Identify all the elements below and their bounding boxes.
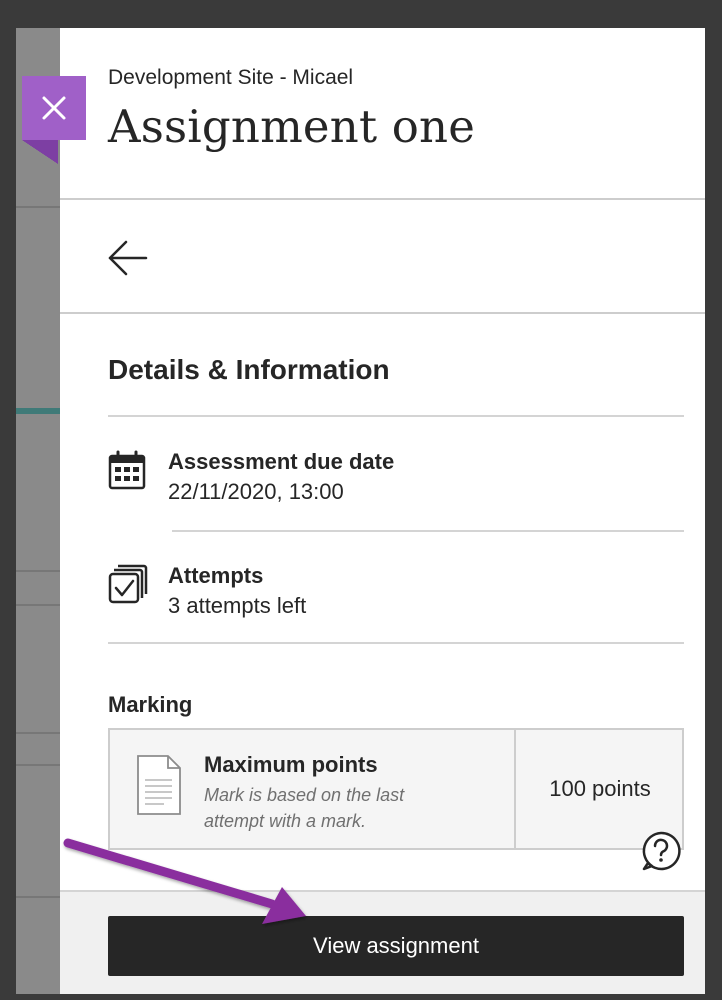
close-icon	[42, 96, 66, 120]
due-date-value: 22/11/2020, 13:00	[168, 479, 344, 504]
view-assignment-button[interactable]: View assignment	[108, 916, 684, 976]
marking-note: Mark is based on the last attempt with a…	[204, 785, 405, 831]
document-icon	[136, 754, 182, 820]
background-divider	[16, 732, 60, 734]
calendar-icon	[108, 450, 146, 494]
marking-box: Maximum points Mark is based on the last…	[108, 728, 684, 850]
arrow-left-icon	[108, 240, 148, 276]
item-divider	[172, 530, 684, 532]
background-page	[16, 28, 60, 994]
panel-nav-row	[60, 200, 705, 314]
points-value: 100 points	[549, 776, 651, 801]
attempts-checkbox-icon	[108, 564, 148, 610]
panel-header: Development Site - Micael Assignment one	[60, 28, 705, 200]
background-divider	[16, 570, 60, 572]
page-title: Assignment one	[108, 100, 476, 153]
item-divider	[108, 642, 684, 644]
back-button[interactable]	[104, 234, 152, 282]
background-accent-bar	[16, 408, 60, 414]
background-divider	[16, 896, 60, 898]
help-button[interactable]	[640, 830, 682, 872]
attempts-value: 3 attempts left	[168, 593, 307, 618]
close-button[interactable]	[22, 76, 86, 140]
maximum-points-label: Maximum points	[204, 752, 378, 777]
attempts-label: Attempts	[168, 563, 264, 588]
background-divider	[16, 604, 60, 606]
marking-label: Marking	[108, 692, 193, 717]
assignment-details-panel: Development Site - Micael Assignment one…	[60, 28, 705, 994]
help-question-icon	[642, 831, 681, 871]
close-button-fold	[22, 140, 58, 164]
background-divider	[16, 206, 60, 208]
background-divider	[16, 764, 60, 766]
due-date-label: Assessment due date	[168, 449, 395, 474]
course-site-name: Development Site - Micael	[108, 66, 354, 89]
section-divider	[108, 415, 684, 417]
details-section-title: Details & Information	[108, 354, 390, 385]
